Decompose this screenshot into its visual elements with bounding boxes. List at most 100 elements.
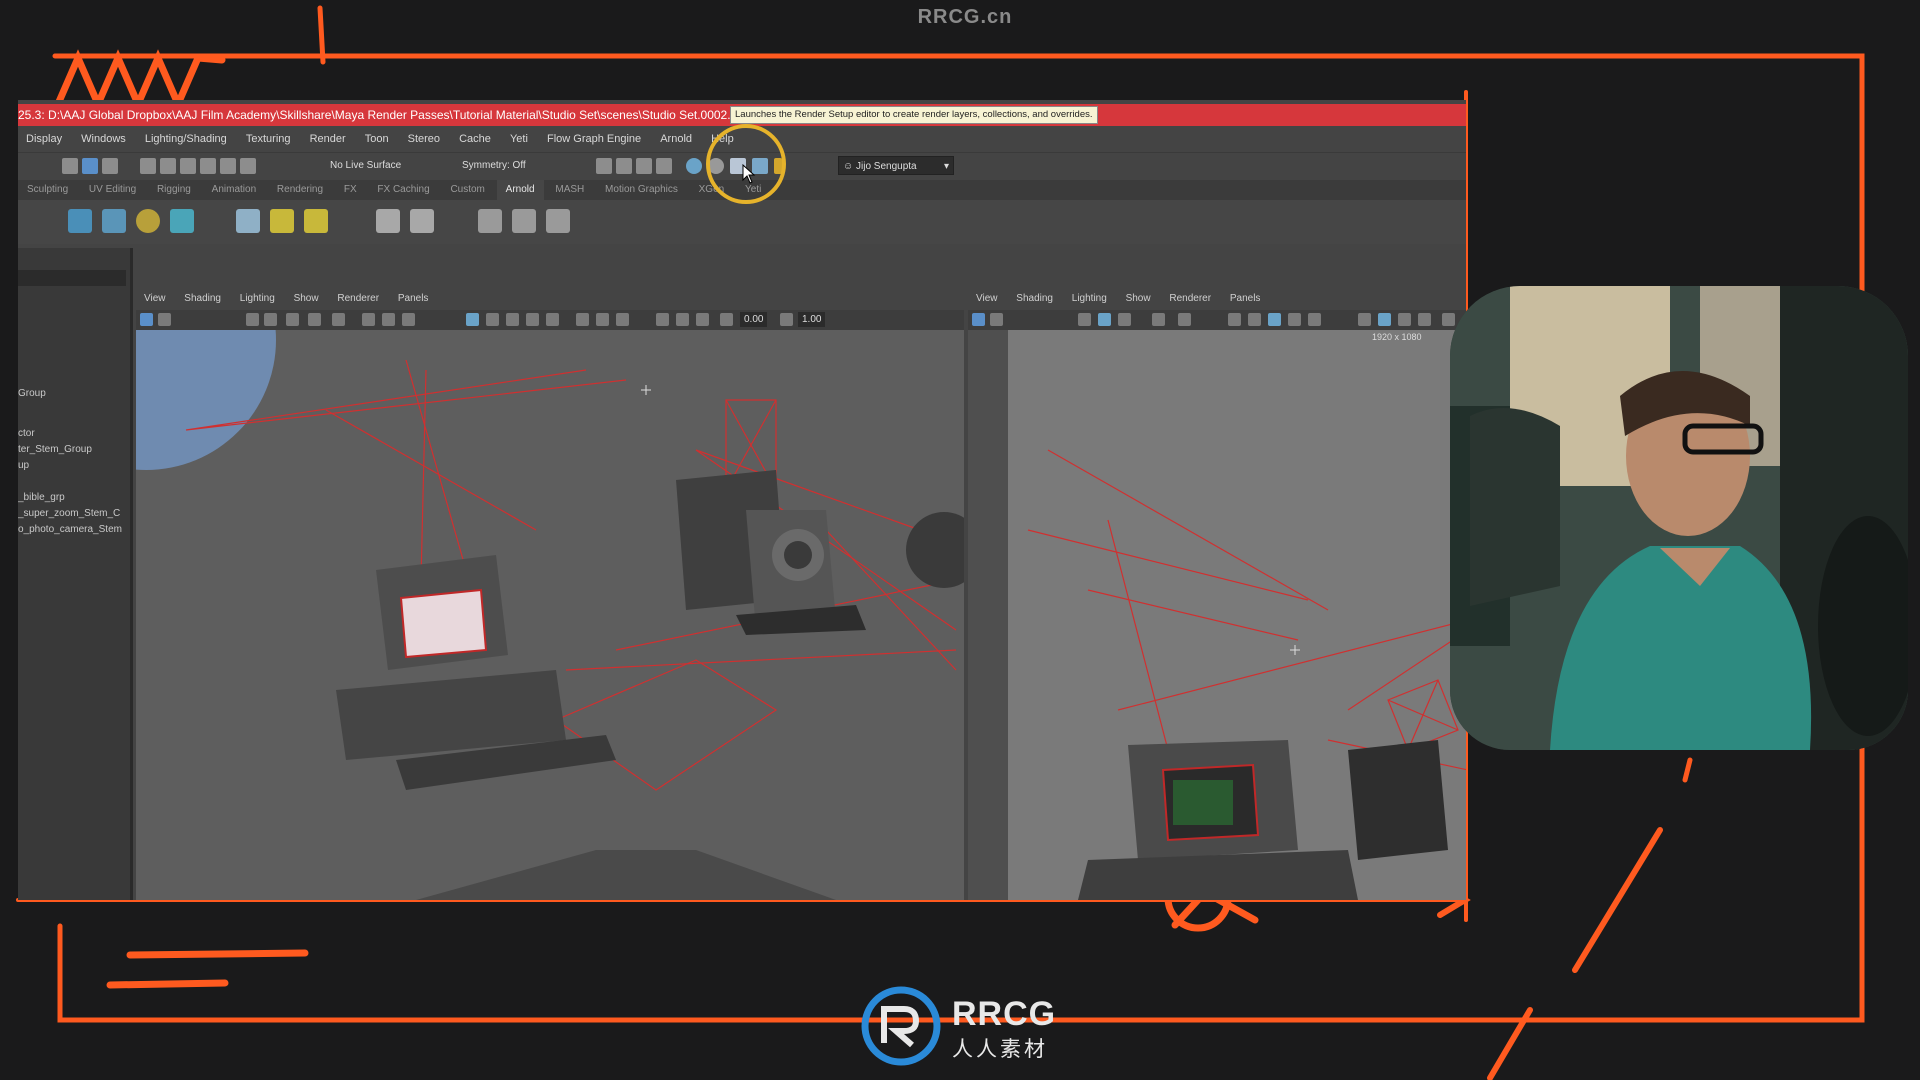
mesh-light-icon[interactable] [102,209,126,233]
vp-menu-panels[interactable]: Panels [390,290,437,308]
outliner-item[interactable]: up [18,460,29,471]
vp-menu-show[interactable]: Show [286,290,327,308]
outliner-item[interactable]: _bible_grp [18,492,65,503]
menu-stereo[interactable]: Stereo [400,128,448,150]
export-ass-icon[interactable] [376,209,400,233]
menu-cache[interactable]: Cache [451,128,499,150]
menu-arnold[interactable]: Arnold [652,128,700,150]
photometric-light-icon[interactable] [170,209,194,233]
shadows-icon[interactable] [1418,313,1431,326]
lock-camera-icon[interactable] [1098,313,1111,326]
shelf-tab-animation[interactable]: Animation [203,180,265,200]
vp-menu-view[interactable]: View [968,290,1006,308]
snap-pivot-icon[interactable] [240,158,256,174]
viewport-canvas[interactable]: 1920 x 1080 [968,330,1466,900]
film-gate-icon[interactable] [382,313,395,326]
camera-attr-icon[interactable] [972,313,985,326]
license-manager-icon[interactable] [512,209,536,233]
xray-icon[interactable] [676,313,689,326]
snap-view-icon[interactable] [200,158,216,174]
xray-icon[interactable] [1442,313,1455,326]
2d-pan-icon[interactable] [308,313,321,326]
resolution-gate-icon[interactable] [402,313,415,326]
lights-icon[interactable] [1398,313,1411,326]
camera-icon[interactable] [1078,313,1091,326]
paint-select-icon[interactable] [102,158,118,174]
standin-icon[interactable] [236,209,260,233]
render-settings-icon[interactable] [656,158,672,174]
import-ass-icon[interactable] [410,209,434,233]
2d-pan-icon[interactable] [1152,313,1165,326]
render-current-frame-icon[interactable] [596,158,612,174]
render-sequence-icon[interactable] [616,158,632,174]
outliner-search-field[interactable] [18,270,126,286]
ipr-render-icon[interactable] [636,158,652,174]
isolate-select-icon[interactable] [656,313,669,326]
grease-pencil-icon[interactable] [1178,313,1191,326]
image-plane-icon[interactable] [286,313,299,326]
play-render-icon[interactable] [546,209,570,233]
shaded-icon[interactable] [1358,313,1371,326]
menu-texturing[interactable]: Texturing [238,128,299,150]
xray-joints-icon[interactable] [696,313,709,326]
vp-menu-shading[interactable]: Shading [176,290,229,308]
field-chart-icon[interactable] [1308,313,1321,326]
flush-caches-icon[interactable] [304,209,328,233]
user-account-dropdown[interactable]: ☺ Jijo Sengupta ▾ [838,156,954,175]
menu-lighting-shading[interactable]: Lighting/Shading [137,128,235,150]
bookmark-icon[interactable] [158,313,171,326]
vp-menu-shading[interactable]: Shading [1008,290,1061,308]
lights-icon[interactable] [526,313,539,326]
menu-display[interactable]: Display [18,128,70,150]
menu-toon[interactable]: Toon [357,128,397,150]
textured-icon[interactable] [1378,313,1391,326]
vp-menu-view[interactable]: View [136,290,174,308]
gamma-icon[interactable] [780,313,793,326]
grease-pencil-icon[interactable] [332,313,345,326]
shelf-tab-arnold[interactable]: Arnold [496,180,544,200]
menu-windows[interactable]: Windows [73,128,134,150]
exposure-field[interactable]: 0.00 [740,312,768,327]
camera-icon[interactable] [246,313,259,326]
outliner-item[interactable]: ctor [18,428,35,439]
snap-point-icon[interactable] [180,158,196,174]
symmetry-dropdown[interactable]: Symmetry: Off [462,157,526,174]
render-view-icon[interactable] [478,209,502,233]
wireframe-on-shaded-icon[interactable] [486,313,499,326]
shadows-icon[interactable] [546,313,559,326]
area-light-icon[interactable] [68,209,92,233]
grid-icon[interactable] [362,313,375,326]
shelf-tab-uv-editing[interactable]: UV Editing [80,180,145,200]
select-tool-icon[interactable] [62,158,78,174]
shelf-tab-fx-caching[interactable]: FX Caching [368,180,438,200]
vp-menu-show[interactable]: Show [1118,290,1159,308]
shelf-tab-rigging[interactable]: Rigging [148,180,200,200]
vp-menu-renderer[interactable]: Renderer [329,290,387,308]
camera-attr-icon[interactable] [140,313,153,326]
gamma-field[interactable]: 1.00 [798,312,826,327]
viewport-canvas[interactable] [136,330,964,900]
menu-yeti[interactable]: Yeti [502,128,536,150]
volume-icon[interactable] [270,209,294,233]
snap-grid-icon[interactable] [140,158,156,174]
lock-camera-icon[interactable] [264,313,277,326]
film-gate-icon[interactable] [1248,313,1261,326]
textured-icon[interactable] [506,313,519,326]
outliner-item[interactable]: Group [18,388,46,399]
shelf-tab-sculpting[interactable]: Sculpting [18,180,77,200]
bookmark-icon[interactable] [990,313,1003,326]
ambient-occlusion-icon[interactable] [576,313,589,326]
snap-surface-icon[interactable] [220,158,236,174]
outliner-item[interactable]: o_photo_camera_Stem [18,524,122,535]
vp-menu-lighting[interactable]: Lighting [1064,290,1115,308]
live-surface-field[interactable]: No Live Surface [330,157,401,174]
shelf-tab-rendering[interactable]: Rendering [268,180,332,200]
shelf-tab-fx[interactable]: FX [335,180,366,200]
shelf-tab-motion-graphics[interactable]: Motion Graphics [596,180,687,200]
hypershade-icon[interactable] [686,158,702,174]
vp-menu-panels[interactable]: Panels [1222,290,1269,308]
shelf-tab-custom[interactable]: Custom [441,180,493,200]
safe-area-icon[interactable] [1288,313,1301,326]
resolution-gate-icon[interactable] [1268,313,1281,326]
shaded-icon[interactable] [466,313,479,326]
